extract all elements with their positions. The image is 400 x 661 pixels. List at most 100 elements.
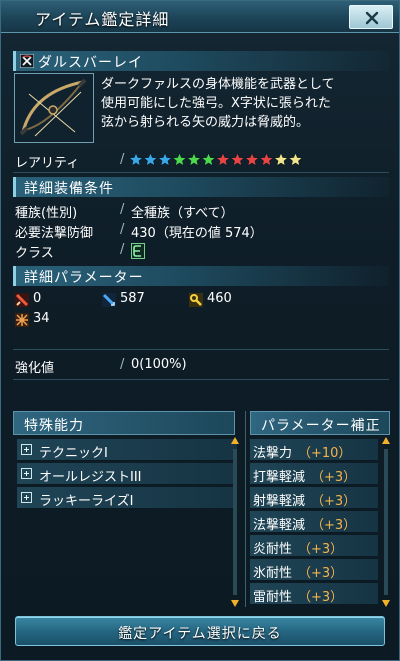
bonus-value: （+3）	[311, 518, 357, 533]
rarity-star-icon	[186, 152, 202, 167]
rarity-star-icon	[244, 152, 260, 167]
striking-attack-stat: 0	[15, 291, 95, 309]
section-title: 詳細装備条件	[24, 181, 114, 197]
separator: /	[120, 202, 125, 217]
rarity-star-icon	[201, 152, 216, 167]
ability-name: オールレジストIII	[39, 470, 142, 485]
special-abilities-header: 特殊能力	[13, 411, 235, 435]
rarity-star-icon	[215, 152, 231, 167]
section-title: 詳細パラメーター	[24, 270, 144, 286]
description-line: ダークファルスの身体機能を武器として	[101, 77, 335, 92]
expand-plus-icon	[21, 492, 32, 503]
bonus-value: （+3）	[298, 566, 344, 581]
description-line: 使用可能にした強弓。X字状に張られた	[101, 96, 331, 111]
striking-attack-icon	[15, 293, 29, 307]
scroll-down-arrow-icon[interactable]	[382, 600, 390, 607]
scroll-up-arrow-icon[interactable]	[231, 437, 239, 444]
abilities-scrollbar[interactable]	[231, 437, 239, 607]
grind-value: 0(100%)	[131, 357, 187, 372]
technique-attack-stat: 460	[189, 291, 269, 309]
equip-conditions-header: 詳細装備条件	[13, 177, 389, 197]
panel-title: 特殊能力	[24, 418, 84, 434]
bonus-row: 法撃力 （+10）	[250, 439, 378, 461]
title-bar: アイテム鑑定詳細	[1, 1, 399, 33]
scroll-track[interactable]	[233, 449, 237, 595]
bow-weapon-icon	[19, 78, 87, 137]
defense-label: 必要法撃防御	[15, 226, 94, 241]
divider	[13, 349, 389, 350]
panel-title: パラメーター補正	[261, 418, 381, 434]
ranged-attack-stat: 587	[102, 291, 182, 309]
bonus-name: 打撃軽減	[253, 470, 306, 485]
expand-plus-icon	[21, 468, 32, 479]
ability-item[interactable]: テクニックI	[17, 439, 237, 461]
rarity-star-icon	[288, 152, 303, 167]
expand-plus-icon	[21, 444, 32, 455]
bonus-row: 打撃軽減 （+3）	[250, 463, 378, 485]
rarity-star-icon	[273, 152, 289, 167]
rarity-star-icon	[129, 152, 144, 167]
bonus-name: 雷耐性	[253, 590, 293, 605]
bonus-row: 氷耐性 （+3）	[250, 559, 378, 581]
bonus-value: （+3）	[311, 494, 357, 509]
rarity-star-icon	[259, 152, 274, 167]
bonus-value: （+3）	[298, 542, 344, 557]
element-stat: 34	[15, 311, 95, 329]
divider	[13, 379, 389, 380]
stat-value: 34	[33, 311, 50, 326]
item-appraisal-window: アイテム鑑定詳細 ダルスバーレイ ダークファルスの身体機能を武器として 使用可能…	[0, 0, 400, 661]
element-icon	[15, 313, 29, 327]
separator: /	[120, 357, 125, 372]
stat-value: 587	[120, 291, 145, 306]
ability-name: テクニックI	[39, 446, 108, 461]
stat-value: 460	[207, 291, 232, 306]
close-button[interactable]	[349, 5, 393, 29]
bonus-name: 法撃軽減	[253, 518, 306, 533]
parameters-header: 詳細パラメーター	[13, 266, 389, 286]
item-description: ダークファルスの身体機能を武器として 使用可能にした強弓。X字状に張られた 弦か…	[101, 75, 391, 132]
separator: /	[120, 242, 125, 257]
ability-item[interactable]: ラッキーライズI	[17, 487, 237, 509]
scroll-down-arrow-icon[interactable]	[231, 600, 239, 607]
bonus-value: （+10）	[298, 446, 352, 461]
bonus-name: 射撃軽減	[253, 494, 306, 509]
race-label: 種族(性別)	[15, 206, 78, 221]
race-value: 全種族（すべて）	[131, 206, 234, 221]
item-name-header: ダルスバーレイ	[13, 51, 389, 71]
ability-item[interactable]: オールレジストIII	[17, 463, 237, 485]
rarity-star-icon	[230, 152, 245, 167]
parameter-bonus-header: パラメーター補正	[250, 411, 390, 435]
weapon-image	[14, 73, 94, 143]
stat-value: 0	[33, 291, 42, 306]
bonus-row: 法撃軽減 （+3）	[250, 511, 378, 533]
technique-attack-icon	[189, 293, 203, 307]
bonus-name: 氷耐性	[253, 566, 293, 581]
rarity-star-icon	[172, 152, 187, 167]
ability-name: ラッキーライズI	[39, 494, 134, 509]
scroll-up-arrow-icon[interactable]	[382, 437, 390, 444]
item-name: ダルスバーレイ	[38, 55, 143, 71]
ranger-class-icon	[131, 243, 145, 259]
divider	[13, 172, 389, 173]
bonus-row: 炎耐性 （+3）	[250, 535, 378, 557]
bonus-scrollbar[interactable]	[382, 437, 390, 607]
description-line: 弦から射られる矢の威力は脅威的。	[101, 115, 310, 130]
bonus-row: 射撃軽減 （+3）	[250, 487, 378, 509]
parameter-bonus-panel: パラメーター補正 法撃力 （+10） 打撃軽減 （+3） 射撃軽減 （+3） 法…	[245, 411, 391, 607]
rarity-label: レアリティ	[15, 156, 80, 171]
close-icon	[365, 11, 379, 25]
bonus-name: 炎耐性	[253, 542, 293, 557]
ranged-attack-icon	[102, 293, 116, 307]
back-button-label: 鑑定アイテム選択に戻る	[118, 626, 282, 642]
special-abilities-panel: 特殊能力 テクニックI オールレジストIII ラッキーライズI	[13, 411, 239, 607]
bonus-row: 雷耐性 （+3）	[250, 583, 378, 605]
separator: /	[120, 222, 125, 237]
window-title: アイテム鑑定詳細	[35, 10, 170, 29]
rarity-stars	[129, 152, 303, 167]
scroll-track[interactable]	[384, 449, 388, 595]
class-label: クラス	[15, 246, 54, 261]
bonus-value: （+3）	[298, 590, 344, 605]
back-to-selection-button[interactable]: 鑑定アイテム選択に戻る	[15, 616, 385, 646]
defense-value: 430（現在の値 574）	[131, 226, 263, 241]
grind-label: 強化値	[15, 361, 55, 376]
